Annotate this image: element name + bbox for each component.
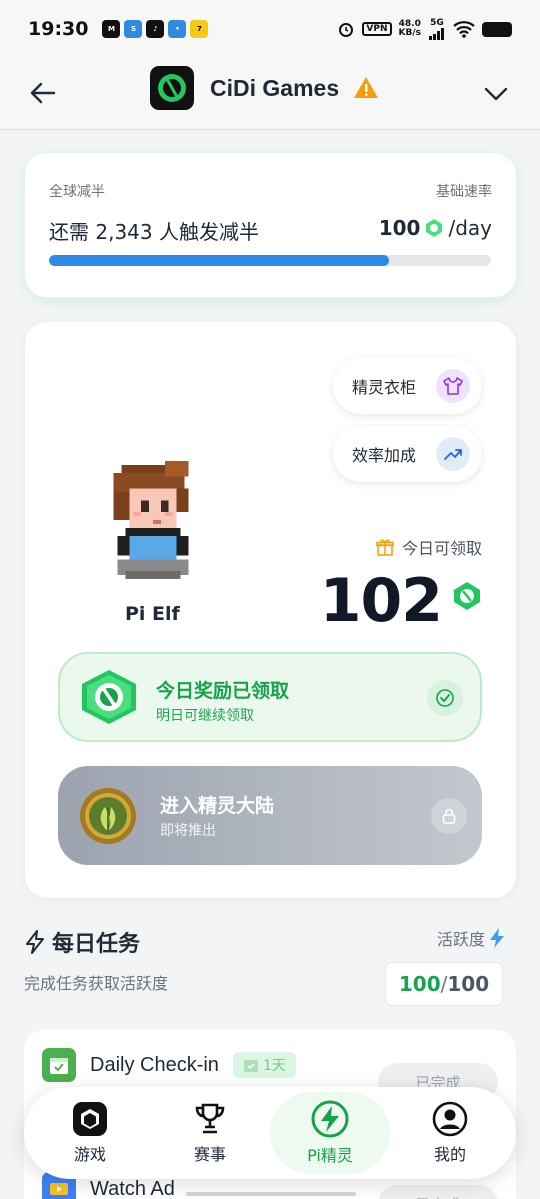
bolt-icon (490, 928, 504, 948)
game-icon (73, 1102, 107, 1136)
land-subtitle: 即将推出 (160, 823, 216, 839)
shirt-icon (436, 369, 470, 403)
nav-item-profile[interactable]: 我的 (395, 1087, 505, 1179)
check-circle-icon (427, 680, 463, 716)
bolt-outline-icon (26, 930, 44, 954)
boost-label: 效率加成 (352, 446, 417, 465)
task-progress-line (186, 1192, 356, 1196)
cidi-logo-icon (150, 66, 194, 110)
status-time: 19:30 (28, 18, 89, 40)
task-completed-button[interactable]: 已完成 (378, 1185, 498, 1199)
nav-item-events[interactable]: 赛事 (155, 1087, 265, 1179)
bottom-nav: 游戏 赛事 Pi精灵 我的 (24, 1087, 516, 1179)
enter-elf-land-button[interactable]: 进入精灵大陆 即将推出 (58, 766, 482, 865)
wifi-icon (453, 20, 475, 38)
elf-card: 精灵衣柜 效率加成 Pi Elf 今日可领取 102 今日奖励已领取 明日可继续… (25, 322, 516, 898)
network-type: 5G (428, 18, 446, 40)
calendar-icon (243, 1060, 258, 1072)
pi-coin-icon (426, 219, 443, 237)
trending-up-icon (436, 437, 470, 471)
warning-triangle-icon[interactable] (353, 75, 379, 101)
halving-progress-bar (49, 255, 491, 266)
signal-icon (429, 27, 444, 40)
bolt-icon (311, 1100, 349, 1138)
brand: CiDi Games (150, 66, 379, 110)
app-notification-icon: 7 (190, 20, 209, 38)
base-rate: 100 /day (378, 216, 492, 240)
activity-counter: 100 / 100 (385, 962, 503, 1006)
efficiency-boost-button[interactable]: 效率加成 (333, 426, 482, 482)
app-notification-icon: • (168, 20, 187, 38)
vpn-badge: VPN (362, 22, 392, 36)
app-notification-icon: M (102, 20, 121, 38)
arrow-left-icon[interactable] (28, 78, 58, 108)
app-notification-icon: ♪ (146, 20, 165, 38)
pi-coin-icon (82, 670, 136, 724)
wardrobe-button[interactable]: 精灵衣柜 (333, 358, 482, 414)
task-daily-checkin: Daily Check-in 1天 (42, 1048, 296, 1082)
lock-icon (431, 798, 467, 834)
trophy-icon (195, 1103, 225, 1134)
halving-label: 全球减半 (49, 184, 105, 200)
chevron-down-icon[interactable] (482, 80, 510, 108)
daily-tasks-heading: 每日任务 (24, 926, 140, 958)
task-name: Daily Check-in (90, 1053, 219, 1076)
nav-item-games[interactable]: 游戏 (35, 1087, 145, 1179)
status-bar: 19:30 M S ♪ • 7 VPN 48.0 KB/s 5G (0, 0, 540, 58)
status-app-icons: M S ♪ • 7 (102, 20, 209, 38)
battery-icon (482, 21, 512, 37)
task-name: Watch Ad (90, 1177, 175, 1199)
reward-subtitle: 明日可继续领取 (156, 708, 254, 724)
profile-icon (432, 1101, 468, 1137)
pi-elf-sprite[interactable] (101, 457, 201, 587)
network-speed: 48.0 KB/s (398, 19, 421, 38)
pi-coin-icon (454, 582, 480, 610)
halving-card: 全球减半 基础速率 还需 2,343 人触发减半 100 /day (25, 153, 516, 297)
gift-icon (376, 539, 394, 556)
activity-label: 活跃度 (437, 926, 505, 950)
streak-badge: 1天 (232, 1052, 296, 1078)
alarm-icon (339, 23, 354, 37)
reward-title: 今日奖励已领取 (156, 680, 290, 702)
claimable-label-row: 今日可领取 (376, 535, 482, 559)
land-title: 进入精灵大陆 (160, 795, 275, 817)
claimable-amount: 102 (319, 566, 443, 636)
leaf-coin-icon (80, 788, 136, 844)
halving-message: 还需 2,343 人触发减半 (49, 220, 259, 244)
halving-progress-fill (49, 255, 390, 266)
app-notification-icon: S (124, 20, 143, 38)
calendar-check-icon (42, 1048, 76, 1082)
nav-item-pi-elf[interactable]: Pi精灵 (270, 1092, 390, 1174)
page-title: CiDi Games (210, 74, 340, 101)
elf-name: Pi Elf (125, 603, 180, 625)
wardrobe-label: 精灵衣柜 (352, 378, 417, 397)
app-header: CiDi Games (0, 58, 540, 130)
base-rate-label: 基础速率 (436, 184, 492, 200)
daily-reward-claimed[interactable]: 今日奖励已领取 明日可继续领取 (58, 652, 482, 742)
daily-tasks-subtitle: 完成任务获取活跃度 (24, 974, 169, 993)
